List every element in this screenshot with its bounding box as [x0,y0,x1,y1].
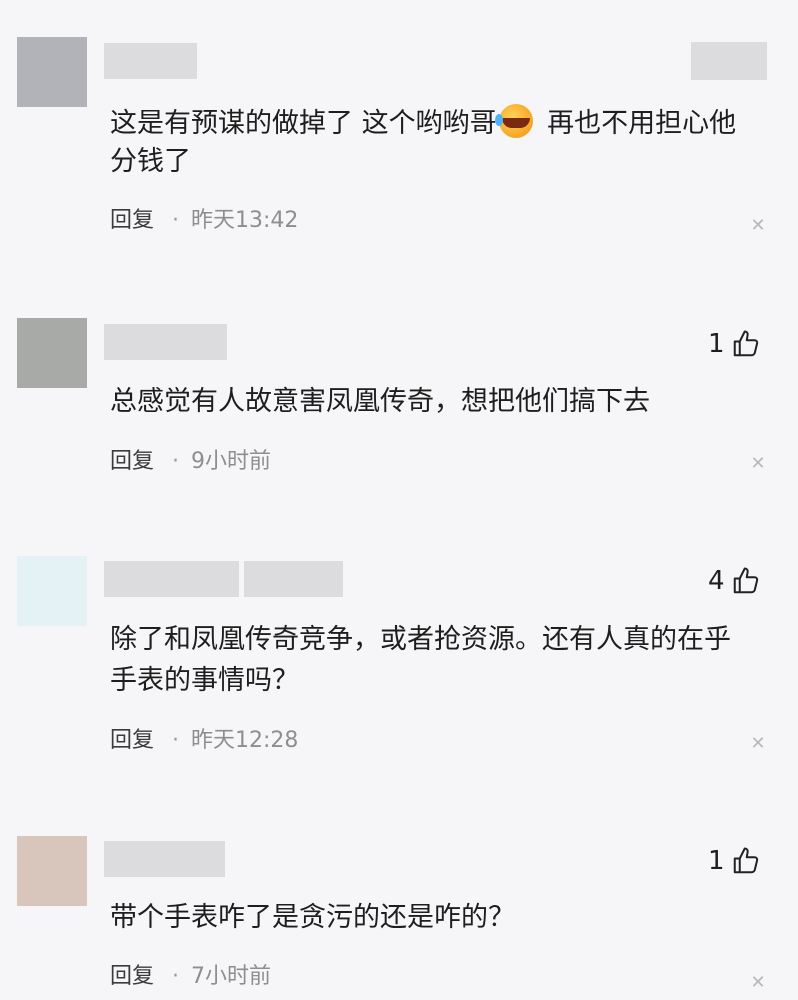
like-count: 1 [708,329,725,359]
crying-laughing-emoji-icon [494,104,533,138]
comment-text-line: 分钱了 [110,146,191,177]
close-icon[interactable]: ✕ [750,735,766,753]
separator-dot: · [172,449,180,474]
reply-button[interactable]: 回复 [110,728,154,753]
comment-text-line: 带个手表咋了是贪污的还是咋的？ [110,902,515,933]
close-icon[interactable]: ✕ [750,455,766,473]
avatar[interactable] [17,836,87,906]
like-button[interactable]: 4 [708,564,761,598]
comment-meta: 回复 · 昨天12:28 [110,727,298,755]
reply-button[interactable]: 回复 [110,964,154,989]
close-icon[interactable]: ✕ [750,974,766,992]
comment-text-line: 总感觉有人故意害凤凰传奇，想把他们搞下去 [110,386,650,417]
comment-meta: 回复 · 7小时前 [110,963,271,991]
comment-text-line: 这是有预谋的做掉了 这个哟哟哥 [110,108,497,139]
separator-dot: · [172,728,180,753]
redacted-badge [691,42,767,80]
like-count: 1 [708,846,725,876]
separator-dot: · [172,208,180,233]
close-icon[interactable]: ✕ [750,217,766,235]
comment-text-line: 除了和凤凰传奇竞争，或者抢资源。还有人真的在乎 [110,624,731,655]
username-redacted[interactable] [104,561,239,597]
comment-meta: 回复 · 昨天13:42 [110,207,298,235]
comment-meta: 回复 · 9小时前 [110,448,271,476]
comment-time: 昨天12:28 [191,728,299,753]
username-redacted[interactable] [104,841,225,877]
reply-button[interactable]: 回复 [110,208,154,233]
avatar[interactable] [17,318,87,388]
like-button[interactable]: 1 [708,327,761,361]
thumbs-up-icon [733,847,758,874]
comment-text-line: 手表的事情吗？ [110,665,299,696]
comment-text: 这是有预谋的做掉了 这个哟哟哥 再也不用担心他 [110,104,736,140]
thumbs-up-icon [733,567,758,594]
like-count: 4 [708,566,725,596]
thumbs-up-icon [733,330,758,357]
separator-dot: · [172,964,180,989]
comment-time: 7小时前 [191,964,272,989]
username-redacted[interactable] [104,324,227,360]
reply-button[interactable]: 回复 [110,449,154,474]
avatar[interactable] [17,37,87,107]
like-button[interactable]: 1 [708,844,761,878]
comment-text-line: 再也不用担心他 [538,108,737,139]
comment-time: 昨天13:42 [191,208,299,233]
username-redacted[interactable] [244,561,343,597]
comment-time: 9小时前 [191,449,272,474]
avatar[interactable] [17,556,87,626]
username-redacted[interactable] [104,43,197,79]
